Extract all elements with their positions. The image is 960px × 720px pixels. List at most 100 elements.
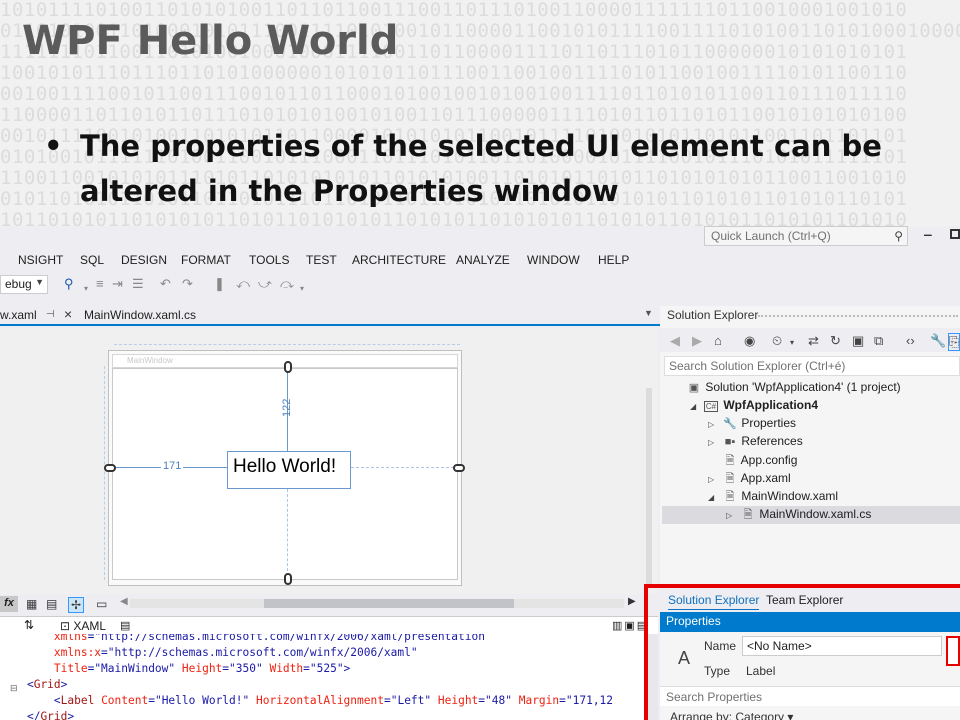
collapsed-arrow-icon[interactable]: ▷ <box>708 475 722 484</box>
function-icon[interactable]: fx <box>0 596 18 612</box>
bookmark-icon[interactable]: ❚ <box>214 276 225 292</box>
collapsed-arrow-icon[interactable]: ▷ <box>726 511 740 520</box>
minimize-icon[interactable]: ‒ <box>924 226 932 242</box>
refresh-icon[interactable]: ↻ <box>830 333 841 349</box>
chevron-down-icon[interactable]: ▾ <box>84 284 88 293</box>
quick-launch-input[interactable]: Quick Launch (Ctrl+Q) ⚲ <box>704 226 908 246</box>
solution-search-input[interactable]: Search Solution Explorer (Ctrl+é) <box>664 356 960 376</box>
back-icon[interactable]: ◀ <box>670 333 680 349</box>
filter-icon[interactable]: ◉ <box>744 333 755 349</box>
collapsed-arrow-icon[interactable]: ▷ <box>708 438 722 447</box>
code-token: ="350" <box>222 662 270 675</box>
designer-horizontal-scrollbar[interactable] <box>130 599 624 608</box>
history-icon[interactable]: ⏲ <box>772 333 782 349</box>
maximize-icon[interactable] <box>950 229 960 239</box>
menu-help[interactable]: HELP <box>598 253 629 267</box>
swap-panes-icon[interactable]: ⇅ <box>24 618 34 632</box>
redo-icon[interactable]: ↷ <box>182 276 193 292</box>
popout-icon[interactable]: ▤ <box>120 619 130 632</box>
code-line[interactable]: Title="MainWindow" Height="350" Width="5… <box>0 661 350 677</box>
designer-vertical-scrollbar[interactable] <box>646 388 652 584</box>
show-all-files-icon[interactable]: ⧉ <box>874 333 883 349</box>
tab-xaml[interactable]: ⊡ XAML <box>60 619 106 633</box>
clear-bookmarks-icon[interactable]: ⤼ <box>280 276 294 292</box>
menu-architecture[interactable]: ARCHITECTURE <box>352 253 446 267</box>
menu-analyze[interactable]: ANALYZE <box>456 253 510 267</box>
sync-icon[interactable]: ⇄ <box>808 333 819 349</box>
tree-item-label: App.config <box>738 453 798 467</box>
preview-icon[interactable]: ⎘ <box>948 333 960 351</box>
top-anchor-handle[interactable] <box>284 361 292 373</box>
collapse-all-icon[interactable]: ▣ <box>852 333 864 349</box>
code-line[interactable]: <Label Content="Hello World!" Horizontal… <box>0 693 613 709</box>
tab-mainwindow-xaml[interactable]: w.xaml <box>0 308 37 322</box>
xaml-editor[interactable]: xmlns="http://schemas.microsoft.com/winf… <box>0 634 644 720</box>
next-bookmark-icon[interactable]: ⤻ <box>258 276 272 292</box>
scroll-right-icon[interactable]: ▶ <box>628 596 636 607</box>
chevron-down-icon[interactable]: ▾ <box>790 338 794 347</box>
close-icon[interactable]: × <box>64 306 72 322</box>
forward-icon[interactable]: ▶ <box>692 333 702 349</box>
code-token: Height <box>181 662 223 675</box>
tree-item[interactable]: ◢ 🗎 MainWindow.xaml <box>708 488 838 506</box>
collapsed-arrow-icon[interactable]: ▷ <box>708 420 722 429</box>
code-line[interactable]: xmlns="http://schemas.microsoft.com/winf… <box>0 634 485 645</box>
bullet-marker: • <box>44 129 63 163</box>
tab-mainwindow-xaml-cs[interactable]: MainWindow.xaml.cs <box>84 308 196 322</box>
tree-item[interactable]: ▣ Solution 'WpfApplication4' (1 project) <box>672 380 901 398</box>
code-line[interactable]: xmlns:x="http://schemas.microsoft.com/wi… <box>0 645 418 661</box>
scroll-left-icon[interactable]: ◀ <box>120 596 128 607</box>
tree-item[interactable]: 🗎 App.config <box>708 452 798 470</box>
chevron-down-icon[interactable]: ▼ <box>644 308 653 318</box>
menu-nsight[interactable]: NSIGHT <box>18 253 63 267</box>
code-token: Grid <box>40 710 68 720</box>
right-anchor-handle[interactable] <box>453 464 465 472</box>
tree-item[interactable]: ▷ 🔧 Properties <box>708 416 796 434</box>
home-icon[interactable]: ⌂ <box>714 333 722 348</box>
design-surface[interactable]: MainWindow 122 171 Hello World! <box>0 328 658 594</box>
wrench-icon: 🔧 <box>723 418 737 430</box>
code-line[interactable]: </Grid> <box>0 709 74 720</box>
configuration-combo[interactable]: ebug ▼ <box>0 275 48 294</box>
pin-icon[interactable]: ⊣ <box>46 309 55 320</box>
bottom-anchor-handle[interactable] <box>284 573 292 585</box>
snap-lines-icon[interactable]: ✢ <box>68 597 85 613</box>
menu-sql[interactable]: SQL <box>80 253 104 267</box>
left-anchor-handle[interactable] <box>104 464 116 472</box>
prev-bookmark-icon[interactable]: ⤺ <box>236 276 250 292</box>
tree-item[interactable]: ▷ 🗎 MainWindow.xaml.cs <box>662 506 960 524</box>
outdent-icon[interactable]: ☰ <box>132 276 144 292</box>
tree-item[interactable]: ▷ 🗎 App.xaml <box>708 470 791 488</box>
window-client-area[interactable]: 122 171 Hello World! <box>104 361 465 585</box>
designer-window[interactable]: MainWindow 122 171 Hello World! <box>104 350 465 586</box>
annotation-icon[interactable]: ▭ <box>96 597 107 611</box>
menu-format[interactable]: FORMAT <box>181 253 231 267</box>
view-code-icon[interactable]: ‹› <box>906 333 915 348</box>
collapse-region-icon[interactable]: ⊟ <box>10 680 18 696</box>
grid-icon[interactable]: ▦ <box>26 597 37 611</box>
chevron-down-icon[interactable]: ▾ <box>300 284 304 293</box>
code-token: < <box>53 694 61 707</box>
search-icon[interactable]: ⚲ <box>894 229 903 243</box>
snap-grid-icon[interactable]: ▤ <box>46 597 57 611</box>
tree-item[interactable]: ▷ ■▪ References <box>708 434 803 452</box>
attach-process-icon[interactable]: ⚲ <box>64 276 74 292</box>
toggle-comment-icon[interactable]: ≡ <box>96 276 104 291</box>
indent-icon[interactable]: ⇥ <box>112 276 123 292</box>
hello-world-label[interactable]: Hello World! <box>227 451 351 489</box>
menu-tools[interactable]: TOOLS <box>249 253 289 267</box>
standard-toolbar: ebug ▼ ⚲ ▾ ≡ ⇥ ☰ ↶ ↷ ❚ ⤺ ⤻ ⤼ ▾ <box>0 272 660 296</box>
code-token: > <box>67 710 75 720</box>
menu-window[interactable]: WINDOW <box>527 253 580 267</box>
cs-file-icon: 🗎 <box>743 509 753 521</box>
expanded-arrow-icon[interactable]: ◢ <box>690 402 704 411</box>
scrollbar-thumb[interactable] <box>264 599 514 608</box>
menu-test[interactable]: TEST <box>306 253 337 267</box>
undo-icon[interactable]: ↶ <box>160 276 171 292</box>
tree-item[interactable]: ◢ C# WpfApplication4 <box>690 398 818 416</box>
code-token: ="Left" <box>383 694 438 707</box>
expanded-arrow-icon[interactable]: ◢ <box>708 493 722 502</box>
menu-design[interactable]: DESIGN <box>121 253 167 267</box>
wrench-icon[interactable]: 🔧 <box>930 333 946 349</box>
